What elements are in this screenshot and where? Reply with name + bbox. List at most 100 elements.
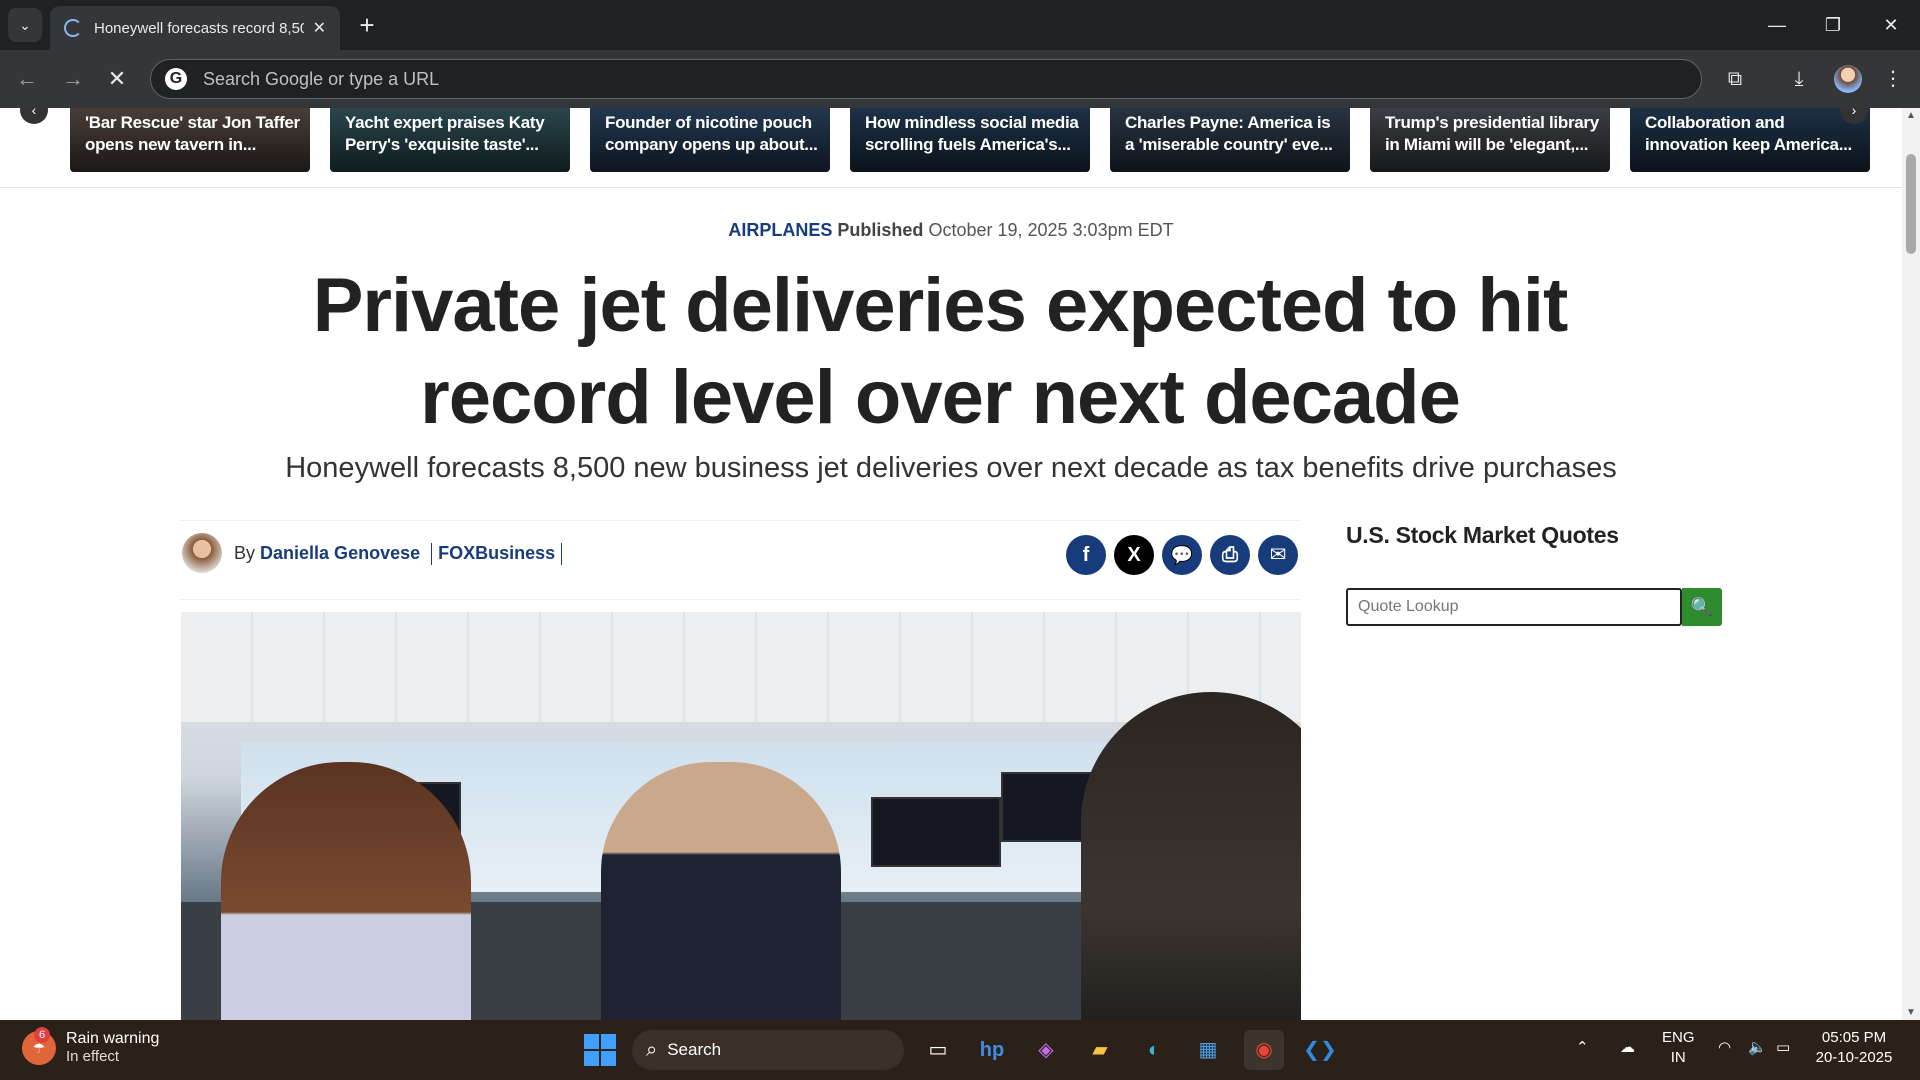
show-hidden-icons[interactable]: ⌃	[1576, 1038, 1589, 1058]
task-view-icon[interactable]: ▭	[918, 1030, 958, 1070]
extensions-button[interactable]: ⧉	[1720, 64, 1750, 94]
tab-search-button[interactable]: ⌄	[8, 8, 42, 42]
chevron-left-icon: ‹	[31, 108, 37, 118]
close-window-button[interactable]: ✕	[1876, 10, 1906, 40]
trending-card[interactable]: Charles Payne: America is a 'miserable c…	[1110, 108, 1350, 172]
byline-bar: By Daniella Genovese FOXBusiness f X 💬 ⎙…	[180, 520, 1300, 600]
scroll-thumb[interactable]	[1906, 154, 1916, 254]
strip-prev-button[interactable]: ‹	[20, 108, 48, 124]
back-button[interactable]: ←	[12, 64, 42, 94]
weather-title: Rain warning	[66, 1030, 160, 1047]
hp-icon[interactable]: hp	[972, 1030, 1012, 1070]
volume-icon[interactable]: 🔈	[1748, 1038, 1767, 1058]
kebab-menu-icon: ⋮	[1883, 68, 1903, 90]
weather-subtitle: In effect	[66, 1048, 120, 1065]
headline: Private jet deliveries expected to hit r…	[240, 260, 1640, 444]
trending-card[interactable]: Yacht expert praises Katy Perry's 'exqui…	[330, 108, 570, 172]
x-share-button[interactable]: X	[1114, 535, 1154, 575]
hero-ceiling	[181, 612, 1301, 722]
email-share-button[interactable]: ✉	[1258, 535, 1298, 575]
by-label: By	[234, 543, 256, 563]
menu-button[interactable]: ⋮	[1878, 64, 1908, 94]
card-title: Founder of nicotine pouch company opens …	[605, 113, 818, 154]
windows-logo-icon	[584, 1051, 599, 1066]
scroll-down-icon[interactable]: ▼	[1906, 1007, 1916, 1018]
print-icon: ⎙	[1222, 544, 1238, 566]
taskbar-search-label: Search	[667, 1040, 722, 1059]
file-explorer-icon[interactable]: ▰	[1080, 1030, 1120, 1070]
weather-badge: 6	[34, 1026, 50, 1043]
forward-button[interactable]: →	[58, 64, 88, 94]
battery-icon[interactable]: ▭	[1776, 1038, 1790, 1058]
trending-card[interactable]: Founder of nicotine pouch company opens …	[590, 108, 830, 172]
profile-avatar[interactable]	[1834, 65, 1862, 93]
headline-line: Private jet deliveries expected to hit	[312, 263, 1569, 348]
onedrive-icon[interactable]: ☁	[1620, 1038, 1635, 1058]
card-title: 'Bar Rescue' star Jon Taffer opens new t…	[85, 113, 300, 154]
start-button[interactable]	[584, 1034, 616, 1066]
close-icon: ✕	[107, 66, 127, 91]
active-tab[interactable]: Honeywell forecasts record 8,500 ✕	[50, 6, 340, 50]
chevron-down-icon: ⌄	[19, 16, 31, 33]
language-bottom: IN	[1670, 1049, 1686, 1066]
hero-person	[221, 762, 471, 1020]
author-link[interactable]: Daniella Genovese	[260, 543, 420, 563]
vscode-icon[interactable]: ❮❯	[1300, 1030, 1340, 1070]
stop-loading-button[interactable]: ✕	[102, 64, 132, 94]
edge-icon[interactable]: ◐	[1134, 1030, 1174, 1070]
trending-strip: ‹ 'Bar Rescue' star Jon Taffer opens new…	[0, 108, 1902, 188]
new-tab-button[interactable]: +	[352, 10, 382, 40]
hero-monitor	[871, 797, 1001, 867]
browser-toolbar: ← → ✕ G Search Google or type a URL ⧉ ⤓ …	[0, 50, 1920, 108]
email-icon: ✉	[1269, 544, 1287, 566]
page-scrollbar[interactable]: ▲ ▼	[1902, 108, 1920, 1020]
puzzle-icon: ⧉	[1727, 68, 1743, 90]
author-avatar[interactable]	[182, 533, 222, 573]
hero-person	[1081, 692, 1301, 1020]
clock-date: 20-10-2025	[1815, 1049, 1893, 1066]
address-bar[interactable]: G Search Google or type a URL	[150, 59, 1702, 99]
windows-logo-icon	[601, 1051, 616, 1066]
byline: By Daniella Genovese FOXBusiness	[234, 543, 568, 566]
chevron-right-icon: ›	[1851, 108, 1857, 118]
search-icon: 🔍	[1690, 597, 1714, 617]
comments-button[interactable]: 💬	[1162, 535, 1202, 575]
restore-button[interactable]: ❐	[1818, 10, 1848, 40]
category-link[interactable]: AIRPLANES	[728, 220, 832, 240]
chrome-icon[interactable]: ◉	[1244, 1030, 1284, 1070]
comment-icon: 💬	[1170, 545, 1194, 565]
language-indicator[interactable]: ENG IN	[1662, 1028, 1695, 1068]
article-meta: AIRPLANES Published October 19, 2025 3:0…	[0, 220, 1902, 241]
published-date: October 19, 2025 3:03pm EDT	[928, 220, 1174, 240]
loading-spinner-icon	[64, 19, 82, 37]
trending-card[interactable]: Trump's presidential library in Miami wi…	[1370, 108, 1610, 172]
downloads-button[interactable]: ⤓	[1784, 64, 1814, 94]
tab-strip: ⌄ Honeywell forecasts record 8,500 ✕ + —…	[0, 0, 1920, 50]
quote-lookup-input[interactable]	[1346, 588, 1682, 626]
trending-card[interactable]: Collaboration and innovation keep Americ…	[1630, 108, 1870, 172]
quote-search-button[interactable]: 🔍	[1682, 588, 1722, 626]
clock[interactable]: 05:05 PM 20-10-2025	[1812, 1028, 1896, 1068]
card-title: Yacht expert praises Katy Perry's 'exqui…	[345, 113, 545, 154]
scroll-up-icon[interactable]: ▲	[1906, 110, 1916, 121]
weather-widget[interactable]: ☂ 6 Rain warning In effect	[22, 1026, 160, 1065]
wifi-icon[interactable]: ◠	[1718, 1038, 1731, 1058]
trending-card[interactable]: How mindless social media scrolling fuel…	[850, 108, 1090, 172]
divider	[431, 543, 433, 566]
taskbar-search[interactable]: ⌕ Search	[632, 1030, 904, 1070]
facebook-share-button[interactable]: f	[1066, 535, 1106, 575]
print-button[interactable]: ⎙	[1210, 535, 1250, 575]
outlet-link[interactable]: FOXBusiness	[438, 543, 555, 563]
hero-person	[601, 762, 841, 1020]
windows-taskbar: ☂ 6 Rain warning In effect ⌕ Search ▭ hp …	[0, 1020, 1920, 1080]
minimize-button[interactable]: —	[1762, 10, 1792, 40]
weather-warning-icon: ☂ 6	[22, 1026, 56, 1065]
tab-close-icon[interactable]: ✕	[313, 18, 326, 38]
arrow-left-icon: ←	[16, 66, 38, 91]
article-video[interactable]	[181, 612, 1301, 1020]
webpage: ‹ 'Bar Rescue' star Jon Taffer opens new…	[0, 108, 1902, 1020]
copilot-icon[interactable]: ◈	[1026, 1030, 1066, 1070]
x-icon: X	[1127, 544, 1141, 566]
store-icon[interactable]: ▦	[1188, 1030, 1228, 1070]
trending-card[interactable]: 'Bar Rescue' star Jon Taffer opens new t…	[70, 108, 310, 172]
